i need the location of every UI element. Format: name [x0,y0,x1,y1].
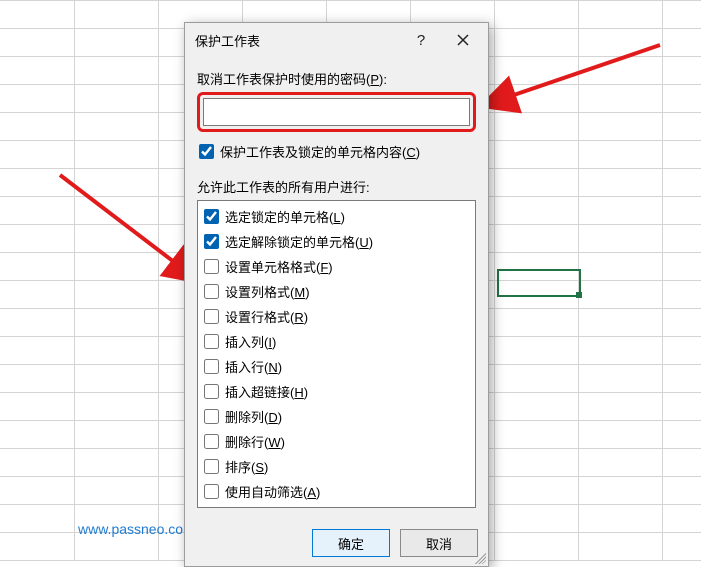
option-insert-columns-label: 插入列(I) [225,332,276,351]
option-format-cells-label: 设置单元格格式(F) [225,257,333,276]
option-delete-rows[interactable]: 删除行(W) [200,429,473,454]
option-delete-columns-label: 删除列(D) [225,407,282,426]
close-button[interactable] [442,25,484,55]
protect-contents-label: 保护工作表及锁定的单元格内容(C) [220,142,420,161]
option-insert-columns-checkbox[interactable] [204,334,219,349]
allow-users-label: 允许此工作表的所有用户进行: [197,177,476,196]
permissions-scroll[interactable]: 选定锁定的单元格(L) 选定解除锁定的单元格(U) 设置单元格格式(F) 设置列格式(… [198,201,475,507]
resize-grip[interactable] [472,550,486,564]
option-format-columns-label: 设置列格式(M) [225,282,310,301]
option-format-cells-checkbox[interactable] [204,259,219,274]
option-insert-rows-checkbox[interactable] [204,359,219,374]
option-select-locked[interactable]: 选定锁定的单元格(L) [200,204,473,229]
option-autofilter-checkbox[interactable] [204,484,219,499]
option-format-columns-checkbox[interactable] [204,284,219,299]
option-sort[interactable]: 排序(S) [200,454,473,479]
option-format-rows-label: 设置行格式(R) [225,307,308,326]
option-insert-hyperlinks-checkbox[interactable] [204,384,219,399]
option-delete-rows-label: 删除行(W) [225,432,285,451]
option-sort-label: 排序(S) [225,457,268,476]
option-delete-columns-checkbox[interactable] [204,409,219,424]
option-delete-rows-checkbox[interactable] [204,434,219,449]
option-format-rows-checkbox[interactable] [204,309,219,324]
option-format-cells[interactable]: 设置单元格格式(F) [200,254,473,279]
option-insert-hyperlinks[interactable]: 插入超链接(H) [200,379,473,404]
permissions-listbox: 选定锁定的单元格(L) 选定解除锁定的单元格(U) 设置单元格格式(F) 设置列格式(… [197,200,476,508]
option-select-unlocked-checkbox[interactable] [204,234,219,249]
option-insert-columns[interactable]: 插入列(I) [200,329,473,354]
password-highlight [197,92,476,132]
option-insert-rows-label: 插入行(N) [225,357,282,376]
ok-button[interactable]: 确定 [312,529,390,557]
dialog-title: 保护工作表 [195,31,400,50]
option-select-unlocked[interactable]: 选定解除锁定的单元格(U) [200,229,473,254]
option-format-columns[interactable]: 设置列格式(M) [200,279,473,304]
cancel-button[interactable]: 取消 [400,529,478,557]
option-select-locked-label: 选定锁定的单元格(L) [225,207,345,226]
option-autofilter[interactable]: 使用自动筛选(A) [200,479,473,504]
protect-contents-checkbox[interactable]: 保护工作表及锁定的单元格内容(C) [199,142,476,161]
protect-contents-input[interactable] [199,144,214,159]
active-cell[interactable] [497,269,581,297]
watermark-text: www.passneo.com [78,521,195,537]
option-insert-hyperlinks-label: 插入超链接(H) [225,382,308,401]
option-select-unlocked-label: 选定解除锁定的单元格(U) [225,232,373,251]
option-format-rows[interactable]: 设置行格式(R) [200,304,473,329]
protect-sheet-dialog: 保护工作表 ? 取消工作表保护时使用的密码(P): 保护工作表及锁定的单元格内容… [184,22,489,567]
close-icon [457,34,469,46]
option-select-locked-checkbox[interactable] [204,209,219,224]
option-sort-checkbox[interactable] [204,459,219,474]
help-button[interactable]: ? [400,25,442,55]
dialog-titlebar[interactable]: 保护工作表 ? [185,23,488,57]
option-autofilter-label: 使用自动筛选(A) [225,482,320,501]
password-input[interactable] [203,98,470,126]
option-delete-columns[interactable]: 删除列(D) [200,404,473,429]
password-label: 取消工作表保护时使用的密码(P): [197,69,476,88]
option-insert-rows[interactable]: 插入行(N) [200,354,473,379]
